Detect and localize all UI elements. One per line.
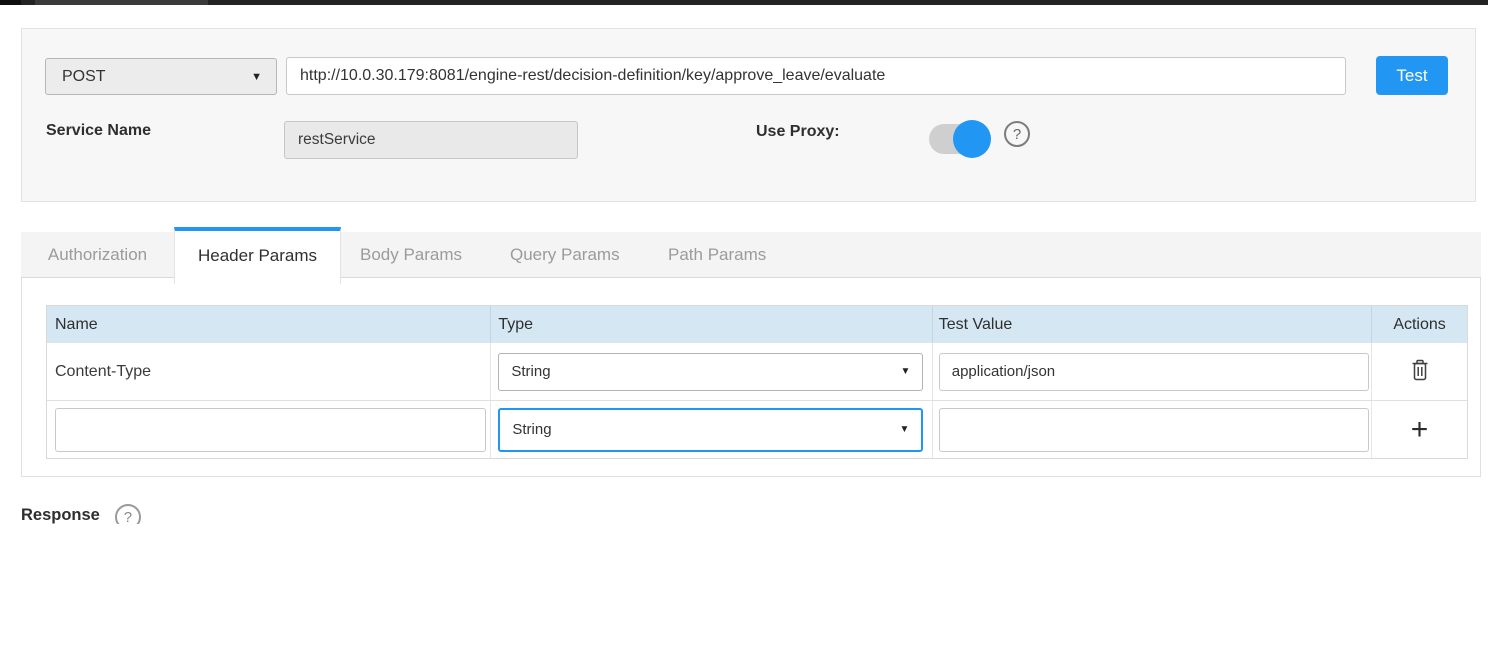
tab-query-params[interactable]: Query Params bbox=[510, 232, 620, 278]
test-value-cell bbox=[933, 401, 1372, 458]
trash-icon bbox=[1409, 358, 1431, 385]
top-strip-tab-segment bbox=[35, 0, 208, 5]
service-name-input[interactable] bbox=[284, 121, 578, 159]
top-strip-left-segment bbox=[0, 0, 21, 5]
use-proxy-label: Use Proxy: bbox=[756, 123, 840, 141]
param-name-text: Content-Type bbox=[55, 363, 151, 381]
actions-cell: + bbox=[1372, 401, 1467, 458]
param-test-value-input[interactable] bbox=[939, 408, 1369, 452]
column-header-test-value: Test Value bbox=[933, 306, 1372, 343]
response-help-icon[interactable]: ? bbox=[115, 504, 141, 524]
chevron-down-icon: ▼ bbox=[900, 366, 910, 377]
response-section: Response ? bbox=[21, 503, 141, 524]
request-config-panel: POST ▼ Test Service Name Use Proxy: ? bbox=[21, 28, 1476, 202]
table-row: Content-Type String ▼ bbox=[47, 343, 1467, 400]
type-cell: String ▼ bbox=[491, 401, 932, 458]
use-proxy-toggle[interactable] bbox=[929, 124, 991, 154]
test-button[interactable]: Test bbox=[1376, 56, 1448, 95]
actions-cell bbox=[1372, 343, 1467, 400]
response-label: Response bbox=[21, 503, 100, 524]
header-params-panel: Name Type Test Value Actions Content-Typ… bbox=[21, 278, 1481, 477]
name-cell: Content-Type bbox=[47, 343, 491, 400]
plus-icon: + bbox=[1411, 415, 1429, 445]
proxy-help-icon[interactable]: ? bbox=[1004, 121, 1030, 147]
add-row-button[interactable]: + bbox=[1411, 415, 1429, 445]
column-header-type: Type bbox=[491, 306, 932, 343]
chevron-down-icon: ▼ bbox=[899, 424, 909, 435]
request-url-input[interactable] bbox=[286, 57, 1346, 95]
column-header-actions: Actions bbox=[1372, 306, 1467, 343]
params-tab-bar: Authorization Header Params Body Params … bbox=[21, 232, 1481, 278]
param-type-value: String bbox=[500, 421, 551, 438]
test-value-cell bbox=[933, 343, 1372, 400]
param-type-select[interactable]: String ▼ bbox=[498, 353, 923, 391]
http-method-select[interactable]: POST ▼ bbox=[45, 58, 277, 95]
header-params-table: Name Type Test Value Actions Content-Typ… bbox=[46, 305, 1468, 459]
service-name-label: Service Name bbox=[46, 122, 151, 140]
http-method-value: POST bbox=[46, 68, 106, 86]
browser-top-strip bbox=[0, 0, 1488, 5]
tab-header-params[interactable]: Header Params bbox=[174, 227, 341, 284]
param-name-input[interactable] bbox=[55, 408, 486, 452]
param-type-select[interactable]: String ▼ bbox=[498, 408, 923, 452]
question-mark-glyph: ? bbox=[1013, 126, 1021, 143]
name-cell bbox=[47, 401, 491, 458]
toggle-knob bbox=[953, 120, 991, 158]
table-row: String ▼ + bbox=[47, 400, 1467, 458]
param-test-value-input[interactable] bbox=[939, 353, 1369, 391]
question-mark-glyph: ? bbox=[124, 509, 132, 525]
tab-body-params[interactable]: Body Params bbox=[360, 232, 462, 278]
tab-path-params[interactable]: Path Params bbox=[668, 232, 766, 278]
chevron-down-icon: ▼ bbox=[251, 71, 262, 83]
table-header-row: Name Type Test Value Actions bbox=[47, 306, 1467, 343]
param-type-value: String bbox=[499, 363, 550, 380]
type-cell: String ▼ bbox=[491, 343, 932, 400]
delete-row-button[interactable] bbox=[1409, 358, 1431, 385]
tab-authorization[interactable]: Authorization bbox=[21, 232, 174, 278]
column-header-name: Name bbox=[47, 306, 491, 343]
